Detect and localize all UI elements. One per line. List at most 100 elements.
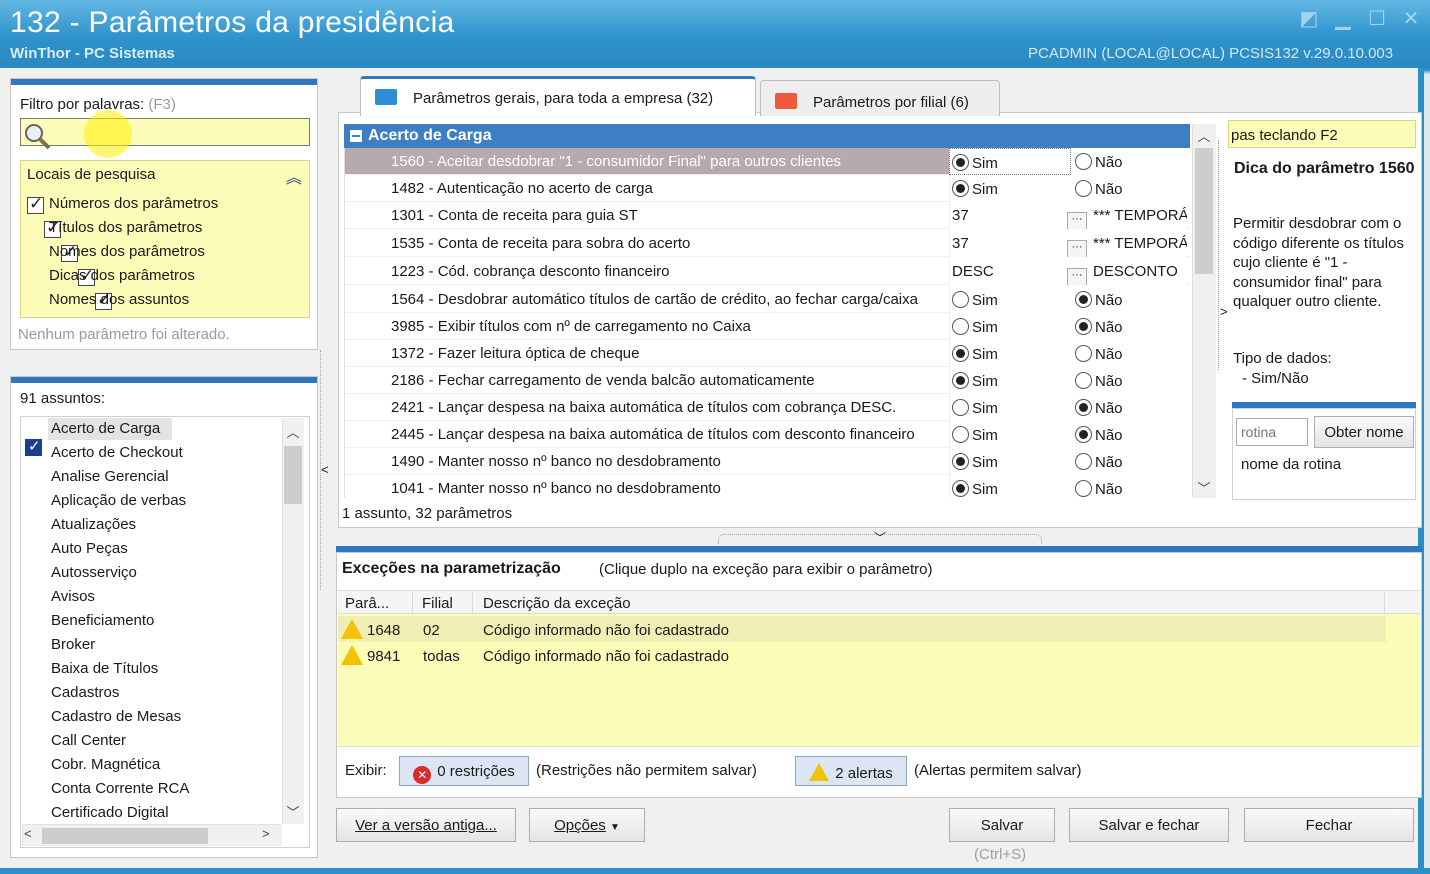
no-radio[interactable] (1075, 399, 1092, 416)
value-cell-2[interactable]: ··· *** TEMPORÁRIO (1067, 202, 1187, 229)
parameter-row[interactable]: 1372 - Fazer leitura óptica de cheque Sim… (345, 340, 1190, 367)
subject-item[interactable]: Conta Corrente RCA (51, 780, 189, 797)
value-cell[interactable]: Sim (949, 421, 1071, 448)
value-cell-2[interactable]: Não (1071, 421, 1190, 448)
grid-scroll-down-icon[interactable]: ﹀ (1192, 478, 1216, 497)
yes-radio[interactable] (952, 154, 969, 171)
no-radio[interactable] (1075, 426, 1092, 443)
restore-icon[interactable]: ◩ (1296, 8, 1322, 30)
grid-scroll-up-icon[interactable]: ︿ (1192, 126, 1216, 145)
scroll-right-icon[interactable]: > (262, 826, 270, 841)
value-cell[interactable]: 37 (949, 202, 1071, 229)
yes-radio[interactable] (952, 318, 969, 335)
subject-checkbox[interactable] (25, 437, 42, 457)
no-radio[interactable] (1075, 291, 1092, 308)
col-param[interactable]: Parâ... (345, 595, 389, 612)
parameter-row[interactable]: 1041 - Manter nosso nº banco no desdobra… (345, 475, 1190, 498)
value-cell[interactable]: 37 (949, 230, 1071, 257)
value-cell-2[interactable]: Não (1071, 175, 1190, 202)
restrictions-toggle[interactable]: ✕ 0 restrições (399, 756, 529, 786)
subject-item[interactable]: Aplicação de verbas (51, 492, 186, 509)
subject-item[interactable]: Call Center (51, 732, 126, 749)
subject-item[interactable]: Auto Peças (51, 540, 128, 557)
no-radio[interactable] (1075, 318, 1092, 335)
value-cell-2[interactable]: Não (1071, 313, 1190, 340)
exception-filial[interactable]: todas (423, 648, 460, 665)
yes-radio[interactable] (952, 426, 969, 443)
no-radio[interactable] (1075, 480, 1092, 497)
no-radio[interactable] (1075, 372, 1092, 389)
splitter-down-icon[interactable]: ﹀ (874, 529, 886, 546)
save-close-button[interactable]: Salvar e fechar (1069, 808, 1229, 842)
options-button[interactable]: Opções ▼ (529, 808, 645, 842)
exception-param[interactable]: 1648 (367, 622, 400, 639)
yes-radio[interactable] (952, 399, 969, 416)
col-description[interactable]: Descrição da exceção (483, 595, 631, 612)
scroll-thumb[interactable] (284, 446, 302, 504)
lookup-code[interactable]: DESC (952, 263, 994, 280)
lookup-code[interactable]: 37 (952, 207, 969, 224)
grid-scroll-thumb[interactable] (1195, 148, 1213, 274)
parameter-row[interactable]: 1482 - Autenticação no acerto de carga Si… (345, 175, 1190, 202)
parameter-row[interactable]: 1223 - Cód. cobrança desconto financeiro… (345, 258, 1190, 285)
subject-item[interactable]: Analise Gerencial (51, 468, 169, 485)
parameter-row[interactable]: 2186 - Fechar carregamento de venda balc… (345, 367, 1190, 394)
scroll-down-icon[interactable]: ﹀ (282, 802, 304, 821)
value-cell-2[interactable]: Não (1071, 394, 1190, 421)
value-cell-2[interactable]: Não (1071, 367, 1190, 394)
parameter-row[interactable]: 2421 - Lançar despesa na baixa automátic… (345, 394, 1190, 421)
tip-search-field[interactable]: pas teclando F2 (1228, 120, 1416, 148)
parameter-row[interactable]: 1301 - Conta de receita para guia ST 37 ··… (345, 202, 1190, 229)
parameter-row[interactable]: 1564 - Desdobrar automático títulos de c… (345, 286, 1190, 313)
col-filial[interactable]: Filial (422, 595, 453, 612)
value-cell-2[interactable]: Não (1071, 148, 1190, 175)
exception-filial[interactable]: 02 (423, 622, 440, 639)
yes-radio[interactable] (952, 480, 969, 497)
filter-search-input[interactable] (20, 118, 310, 146)
parameter-row[interactable]: 1535 - Conta de receita para sobra do ac… (345, 230, 1190, 257)
value-cell-2[interactable]: Não (1071, 286, 1190, 313)
yes-radio[interactable] (952, 291, 969, 308)
subject-item[interactable]: Acerto de Carga (51, 420, 160, 437)
no-radio[interactable] (1075, 345, 1092, 362)
no-radio[interactable] (1075, 453, 1092, 470)
value-cell-2[interactable]: Não (1071, 340, 1190, 367)
grid-group-header[interactable]: Acerto de Carga (344, 124, 1190, 148)
splitter-arrow-icon[interactable]: < (321, 462, 329, 477)
value-cell-2[interactable]: ··· *** TEMPORÁRIO (1067, 230, 1187, 257)
exception-param[interactable]: 9841 (367, 648, 400, 665)
tab-branch[interactable]: Parâmetros por filial (6) (760, 80, 1000, 116)
exception-description[interactable]: Código informado não foi cadastrado (483, 648, 729, 665)
close-button[interactable]: Fechar (1244, 808, 1414, 842)
yes-radio[interactable] (952, 180, 969, 197)
value-cell[interactable]: Sim (949, 175, 1071, 202)
filter-option-checkbox[interactable] (27, 194, 44, 214)
save-button[interactable]: Salvar (949, 808, 1055, 842)
collapse-group-icon[interactable] (350, 130, 362, 142)
tab-general[interactable]: Parâmetros gerais, para toda a empresa (… (360, 76, 756, 116)
subject-item[interactable]: Beneficiamento (51, 612, 154, 629)
hscroll-thumb[interactable] (42, 828, 208, 844)
value-cell[interactable]: Sim (949, 313, 1071, 340)
maximize-icon[interactable]: ☐ (1364, 8, 1390, 30)
subject-item[interactable]: Cadastro de Mesas (51, 708, 181, 725)
value-cell[interactable]: Sim (949, 475, 1071, 498)
value-cell[interactable]: Sim (949, 448, 1071, 475)
parameter-row[interactable]: 1490 - Manter nosso nº banco no desdobra… (345, 448, 1190, 475)
value-cell[interactable]: Sim (949, 148, 1071, 175)
value-cell-2[interactable]: Não (1071, 448, 1190, 475)
value-cell[interactable]: Sim (949, 286, 1071, 313)
scroll-up-icon[interactable]: ︿ (282, 422, 304, 441)
yes-radio[interactable] (952, 345, 969, 362)
subject-item[interactable]: Autosserviço (51, 564, 137, 581)
alerts-toggle[interactable]: 2 alertas (795, 756, 907, 786)
get-name-button[interactable]: Obter nome (1314, 416, 1414, 448)
lookup-ellipsis-button[interactable]: ··· (1067, 240, 1087, 257)
parameter-row[interactable]: 3985 - Exibir títulos com nº de carregam… (345, 313, 1190, 340)
yes-radio[interactable] (952, 453, 969, 470)
minimize-icon[interactable]: ▁ (1330, 8, 1356, 30)
value-cell-2[interactable]: ··· DESCONTO (1067, 258, 1187, 285)
subject-item[interactable]: Cadastros (51, 684, 119, 701)
lookup-ellipsis-button[interactable]: ··· (1067, 268, 1087, 285)
lookup-code[interactable]: 37 (952, 235, 969, 252)
